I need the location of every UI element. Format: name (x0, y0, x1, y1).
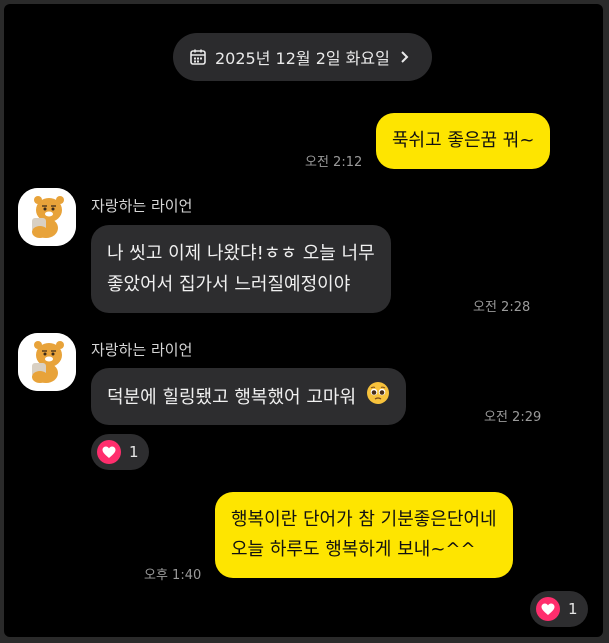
message-text: 덕분에 힐링됐고 행복했어 고마워 (107, 387, 357, 408)
my-message-bubble[interactable]: 푹쉬고 좋은꿈 꿔~ (376, 113, 551, 169)
message-line: 오늘 하루도 행복하게 보내~^^ (231, 539, 476, 560)
my-message-bubble[interactable]: 행복이란 단어가 참 기분좋은단어네 오늘 하루도 행복하게 보내~^^ (215, 492, 513, 578)
their-message-bubble[interactable]: 나 씻고 이제 나왔댜!ㅎㅎ 오늘 너무 좋았어서 집가서 느러질예정이야 (91, 225, 391, 313)
message-text: 푹쉬고 좋은꿈 꿔~ (392, 130, 535, 151)
chevron-right-icon (400, 50, 410, 64)
sender-name: 자랑하는 라이언 (91, 197, 193, 215)
their-message-bubble[interactable]: 덕분에 힐링됐고 행복했어 고마워 (91, 368, 406, 425)
message-time: 오후 1:40 (144, 568, 202, 583)
pleading-face-emoji (366, 381, 390, 415)
message-line: 나 씻고 이제 나왔댜!ㅎㅎ 오늘 너무 (107, 243, 375, 264)
heart-icon (536, 597, 560, 621)
avatar[interactable] (18, 333, 76, 391)
avatar[interactable] (18, 188, 76, 246)
ryan-avatar-icon (18, 333, 76, 391)
chat-screen: 2025년 12월 2일 화요일 푹쉬고 좋은꿈 꿔~ 오전 2:12 자랑하는… (4, 4, 603, 637)
message-time: 오전 2:29 (484, 410, 542, 425)
message-time: 오전 2:28 (473, 300, 531, 315)
calendar-icon (189, 48, 207, 66)
sender-name: 자랑하는 라이언 (91, 341, 193, 359)
message-line: 좋았어서 집가서 느러질예정이야 (107, 274, 351, 295)
reaction-count: 1 (568, 600, 578, 618)
message-line: 행복이란 단어가 참 기분좋은단어네 (231, 509, 497, 530)
reaction-badge[interactable]: 1 (91, 434, 149, 470)
reaction-count: 1 (129, 443, 139, 461)
ryan-avatar-icon (18, 188, 76, 246)
date-label: 2025년 12월 2일 화요일 (215, 49, 390, 68)
heart-icon (97, 440, 121, 464)
message-time: 오전 2:12 (305, 155, 363, 170)
date-divider[interactable]: 2025년 12월 2일 화요일 (173, 33, 432, 81)
reaction-badge[interactable]: 1 (530, 591, 588, 627)
